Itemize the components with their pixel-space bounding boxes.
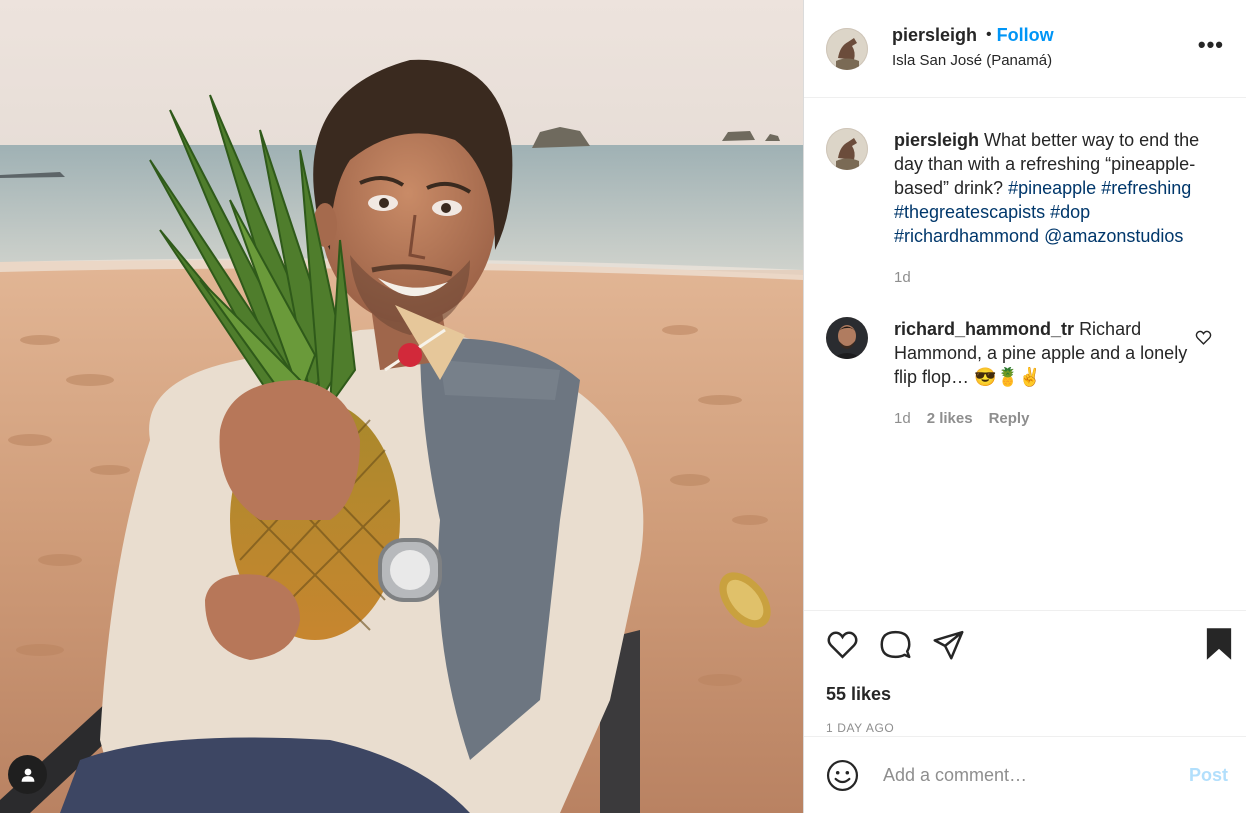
profile-avatar-image bbox=[826, 128, 868, 170]
user-tag-icon bbox=[21, 768, 34, 782]
caption: piersleigh What better way to end the da… bbox=[826, 128, 1226, 290]
comment-icon[interactable] bbox=[879, 628, 912, 661]
action-icons bbox=[826, 626, 1226, 662]
likes-count[interactable]: 55 likes bbox=[826, 684, 1226, 705]
commenter-avatar-image bbox=[826, 317, 868, 359]
mention-link[interactable]: @amazonstudios bbox=[1044, 226, 1183, 246]
avatar[interactable] bbox=[826, 317, 868, 359]
caption-meta: 1d bbox=[894, 266, 1209, 290]
comment-item: richard_hammond_tr Richard Hammond, a pi… bbox=[826, 317, 1226, 431]
comment-meta: 1d 2 likes Reply bbox=[894, 407, 1209, 431]
reply-button[interactable]: Reply bbox=[989, 407, 1030, 431]
post-header: piersleigh • Follow Isla San José (Panam… bbox=[804, 0, 1246, 98]
caption-body: piersleigh What better way to end the da… bbox=[894, 128, 1209, 290]
post-timestamp[interactable]: 1 DAY AGO bbox=[826, 721, 1226, 735]
comment-like-heart-icon[interactable] bbox=[1195, 329, 1212, 346]
emoji-icon[interactable] bbox=[826, 759, 859, 792]
heart-icon[interactable] bbox=[826, 628, 859, 661]
share-icon[interactable] bbox=[932, 628, 965, 661]
comment-username[interactable]: richard_hammond_tr bbox=[894, 319, 1074, 339]
post-photo[interactable] bbox=[0, 0, 803, 813]
avatar[interactable] bbox=[826, 128, 868, 170]
follow-button[interactable]: Follow bbox=[997, 25, 1054, 46]
post-side-panel: piersleigh • Follow Isla San José (Panam… bbox=[803, 0, 1246, 813]
comment-body: richard_hammond_tr Richard Hammond, a pi… bbox=[894, 317, 1209, 431]
hashtag-link[interactable]: #pineapple bbox=[1008, 178, 1096, 198]
more-options-button[interactable]: ••• bbox=[1198, 34, 1224, 56]
hashtag-link[interactable]: #thegreatescapists bbox=[894, 202, 1045, 222]
comment-age[interactable]: 1d bbox=[894, 407, 911, 431]
more-options-icon: ••• bbox=[1197, 32, 1224, 57]
hashtag-link[interactable]: #refreshing bbox=[1101, 178, 1191, 198]
bookmark-icon[interactable] bbox=[1204, 627, 1234, 661]
header-text: piersleigh • Follow Isla San José (Panam… bbox=[892, 25, 1054, 69]
post-actions: 55 likes 1 DAY AGO bbox=[804, 610, 1246, 736]
comment-likes[interactable]: 2 likes bbox=[927, 407, 973, 431]
comments-section: piersleigh What better way to end the da… bbox=[804, 98, 1246, 610]
caption-username[interactable]: piersleigh bbox=[894, 130, 979, 150]
separator-dot: • bbox=[986, 26, 992, 43]
avatar[interactable] bbox=[826, 27, 868, 70]
header-username[interactable]: piersleigh bbox=[892, 25, 977, 46]
add-comment-bar: Post bbox=[804, 736, 1246, 813]
hashtag-link[interactable]: #richardhammond bbox=[894, 226, 1039, 246]
comment-input[interactable] bbox=[881, 763, 1189, 787]
user-tag-button[interactable] bbox=[8, 755, 47, 794]
profile-avatar-image bbox=[826, 27, 868, 70]
beach-pineapple-photo bbox=[0, 0, 803, 813]
comment-emojis: 😎🍍✌ bbox=[974, 367, 1042, 387]
location-link[interactable]: Isla San José (Panamá) bbox=[892, 52, 1054, 69]
post-comment-button[interactable]: Post bbox=[1189, 765, 1228, 786]
caption-age[interactable]: 1d bbox=[894, 266, 911, 290]
instagram-post: piersleigh • Follow Isla San José (Panam… bbox=[0, 0, 1246, 813]
hashtag-link[interactable]: #dop bbox=[1050, 202, 1090, 222]
